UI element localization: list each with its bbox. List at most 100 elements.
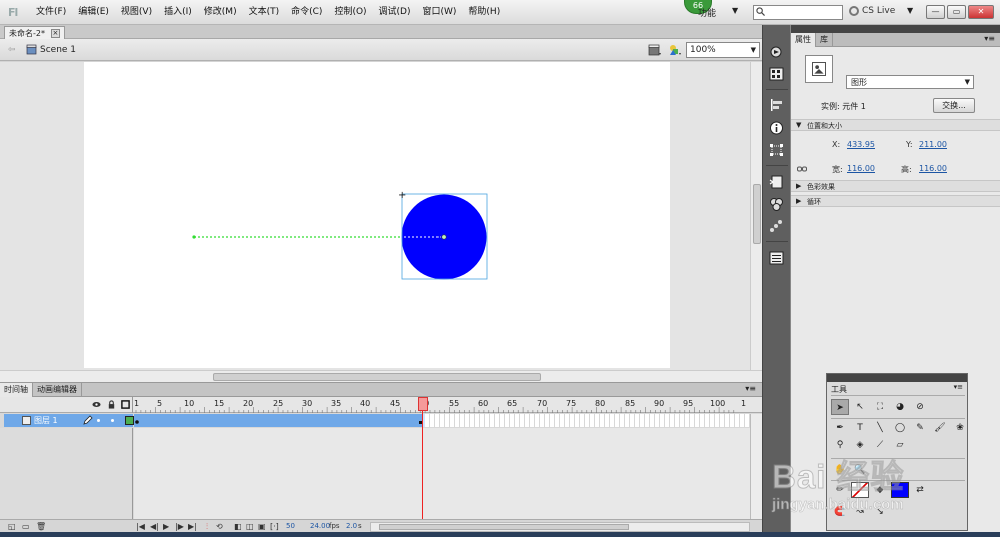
transform-icon[interactable] bbox=[769, 143, 784, 157]
prev-frame-icon[interactable]: ◀| bbox=[150, 522, 159, 531]
panel-menu-icon[interactable]: ▾≡ bbox=[954, 383, 963, 391]
new-layer-icon[interactable]: ◱ bbox=[8, 522, 16, 531]
layer-outline-color[interactable] bbox=[125, 416, 134, 425]
edit-symbol-icon[interactable] bbox=[668, 43, 682, 57]
lock-dot[interactable] bbox=[111, 419, 114, 422]
menu-edit[interactable]: 编辑(E) bbox=[72, 0, 115, 25]
deco-tool-icon[interactable]: ❀ bbox=[951, 420, 969, 436]
history-icon[interactable] bbox=[769, 251, 784, 265]
section-position-size[interactable]: ▼ 位置和大小 bbox=[791, 119, 1000, 131]
selection-tool-icon[interactable]: ➤ bbox=[831, 399, 849, 415]
menu-view[interactable]: 视图(V) bbox=[115, 0, 158, 25]
close-icon[interactable]: × bbox=[50, 28, 60, 38]
center-frame-icon[interactable]: ⫶ bbox=[206, 522, 208, 532]
tab-library[interactable]: 库 bbox=[816, 33, 833, 47]
first-frame-icon[interactable]: |◀ bbox=[136, 522, 145, 531]
line-tool-icon[interactable]: ╲ bbox=[871, 420, 889, 436]
stage-canvas[interactable]: + bbox=[84, 62, 670, 368]
smooth-icon[interactable]: ↝ bbox=[851, 504, 869, 520]
menu-help[interactable]: 帮助(H) bbox=[462, 0, 506, 25]
delete-layer-icon[interactable]: 🗑 bbox=[36, 522, 46, 531]
paint-bucket-tool-icon[interactable]: ◈ bbox=[851, 437, 869, 453]
layer-name[interactable]: 图层 1 bbox=[34, 415, 58, 426]
tab-timeline[interactable]: 时间轴 bbox=[0, 383, 33, 397]
motion-presets-icon[interactable] bbox=[769, 45, 784, 59]
layer-frames[interactable] bbox=[134, 414, 750, 427]
menu-window[interactable]: 窗口(W) bbox=[417, 0, 463, 25]
outline-icon[interactable] bbox=[121, 400, 130, 409]
instance-type-select[interactable]: 图形 ▼ bbox=[846, 75, 974, 89]
back-arrow-icon[interactable]: ⇦ bbox=[8, 45, 16, 55]
visibility-dot[interactable] bbox=[97, 419, 100, 422]
swap-symbol-button[interactable]: 交换... bbox=[933, 98, 975, 113]
panel-menu-icon[interactable]: ▾≡ bbox=[745, 384, 756, 393]
timeline-vertical-scrollbar[interactable] bbox=[750, 414, 762, 519]
document-tab[interactable]: 未命名-2* × bbox=[4, 26, 65, 39]
y-value[interactable]: 211.00 bbox=[919, 140, 947, 149]
width-value[interactable]: 116.00 bbox=[847, 164, 875, 173]
edit-multiple-icon[interactable]: ▣ bbox=[258, 522, 266, 531]
playhead-handle[interactable] bbox=[418, 397, 428, 411]
snap-to-objects-icon[interactable]: 🧲 bbox=[831, 504, 849, 520]
transform-point[interactable] bbox=[441, 234, 447, 240]
onion-markers-icon[interactable]: [·] bbox=[270, 522, 279, 531]
pencil-tool-icon[interactable]: ✎ bbox=[911, 420, 929, 436]
free-transform-tool-icon[interactable]: ⛶ bbox=[871, 399, 889, 415]
pen-tool-icon[interactable]: ✒ bbox=[831, 420, 849, 436]
next-frame-icon[interactable]: |▶ bbox=[175, 522, 184, 531]
zoom-select[interactable]: 100% ▼ bbox=[686, 42, 760, 58]
section-loop[interactable]: ▶ 循环 bbox=[791, 195, 1000, 207]
layer-name-cell[interactable]: 图层 1 bbox=[4, 414, 134, 427]
menu-debug[interactable]: 调试(D) bbox=[373, 0, 417, 25]
frame-ruler[interactable]: 1 5 10 15 20 25 30 35 40 45 50 55 60 65 … bbox=[134, 397, 750, 413]
scrollbar-thumb[interactable] bbox=[379, 524, 629, 530]
scrollbar-thumb[interactable] bbox=[753, 184, 761, 244]
play-icon[interactable]: ▶ bbox=[163, 522, 169, 531]
scrollbar-thumb[interactable] bbox=[213, 373, 541, 381]
new-folder-icon[interactable]: ▭ bbox=[22, 522, 30, 531]
workspace-menu[interactable]: 功能 bbox=[698, 6, 716, 19]
menu-insert[interactable]: 插入(I) bbox=[158, 0, 198, 25]
motion-path-start-point[interactable] bbox=[192, 235, 196, 239]
tab-properties[interactable]: 属性 bbox=[791, 33, 816, 47]
menu-modify[interactable]: 修改(M) bbox=[198, 0, 243, 25]
maximize-button[interactable]: ▭ bbox=[947, 5, 966, 19]
onion-outline-icon[interactable]: ◫ bbox=[246, 522, 254, 531]
onion-skin-icon[interactable]: ◧ bbox=[234, 522, 242, 531]
motion-tween-span[interactable] bbox=[134, 414, 423, 427]
motion-path-icon[interactable] bbox=[769, 219, 784, 233]
close-button[interactable]: ✕ bbox=[968, 5, 994, 19]
eyedropper-tool-icon[interactable]: ⟋ bbox=[871, 437, 889, 453]
minimize-button[interactable]: — bbox=[926, 5, 945, 19]
swatches-icon[interactable] bbox=[769, 67, 784, 81]
lock-icon[interactable] bbox=[107, 400, 116, 409]
subselection-tool-icon[interactable]: ↖ bbox=[851, 399, 869, 415]
x-value[interactable]: 433.95 bbox=[847, 140, 875, 149]
stage-horizontal-scrollbar[interactable] bbox=[0, 370, 762, 382]
hand-tool-icon[interactable]: ✋ bbox=[831, 462, 849, 478]
current-frame[interactable]: 50 bbox=[286, 522, 295, 530]
oval-tool-icon[interactable]: ◯ bbox=[891, 420, 909, 436]
components-icon[interactable] bbox=[769, 197, 784, 211]
3d-rotation-tool-icon[interactable]: ◕ bbox=[891, 399, 909, 415]
code-snippets-icon[interactable] bbox=[769, 175, 784, 189]
menu-file[interactable]: 文件(F) bbox=[30, 0, 72, 25]
menu-text[interactable]: 文本(T) bbox=[243, 0, 286, 25]
menu-commands[interactable]: 命令(C) bbox=[285, 0, 328, 25]
text-tool-icon[interactable]: T bbox=[851, 420, 869, 436]
playhead[interactable] bbox=[418, 397, 428, 537]
link-icon[interactable] bbox=[797, 165, 807, 173]
edit-scene-icon[interactable] bbox=[648, 43, 662, 57]
cs-live-button[interactable]: CS Live bbox=[849, 6, 895, 16]
eraser-tool-icon[interactable]: ▱ bbox=[891, 437, 909, 453]
fill-color-icon[interactable]: ◆ bbox=[871, 482, 889, 498]
loop-icon[interactable]: ⟲ bbox=[216, 522, 223, 531]
frame-rate[interactable]: 24.00 bbox=[310, 522, 330, 530]
menu-control[interactable]: 控制(O) bbox=[328, 0, 372, 25]
height-value[interactable]: 116.00 bbox=[919, 164, 947, 173]
stage-vertical-scrollbar[interactable] bbox=[750, 62, 762, 370]
zoom-tool-icon[interactable]: 🔍 bbox=[851, 462, 869, 478]
panel-menu-icon[interactable]: ▾≡ bbox=[984, 34, 995, 43]
section-color-effect[interactable]: ▶ 色彩效果 bbox=[791, 180, 1000, 192]
info-icon[interactable] bbox=[769, 121, 784, 135]
